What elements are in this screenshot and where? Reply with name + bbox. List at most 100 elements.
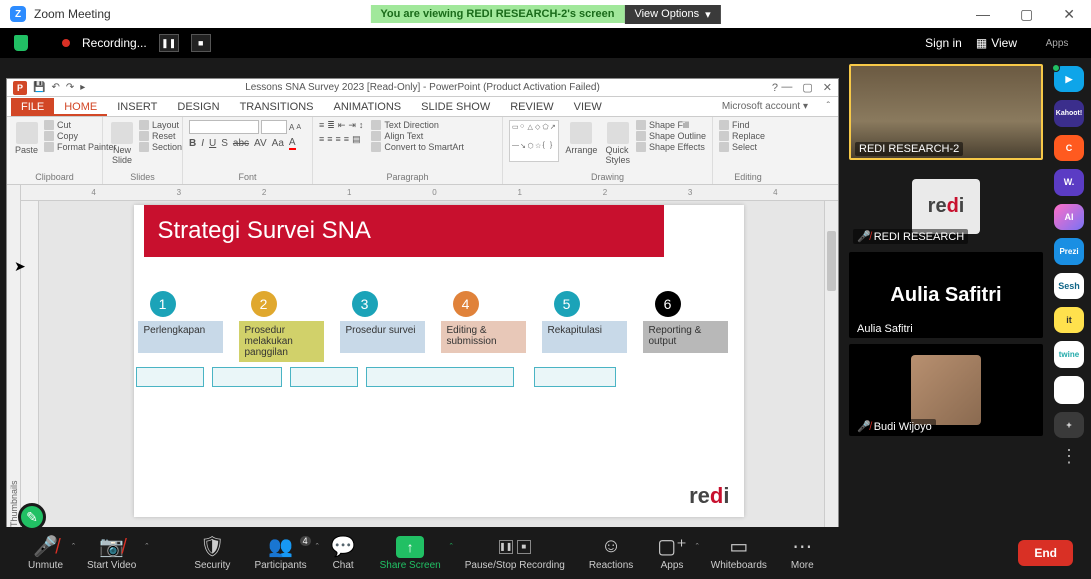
underline-button[interactable]: U [209, 138, 216, 149]
reset-button[interactable]: Reset [139, 131, 182, 141]
rail-app-4[interactable]: W. [1054, 169, 1084, 195]
share-screen-button[interactable]: ↑ Share Screen ˆ [370, 536, 451, 571]
align-text-button[interactable]: Align Text [371, 131, 464, 141]
font-size-select[interactable] [261, 120, 287, 134]
grow-font-icon[interactable]: A [289, 123, 294, 132]
new-slide-button[interactable]: New Slide [109, 120, 135, 167]
thumbnails-pane[interactable]: Thumbnails [7, 185, 21, 527]
spacing-button[interactable]: AV [254, 138, 267, 149]
shapes-gallery[interactable]: ▭○△◇⬠↗ —↘⬡☆{} [509, 120, 559, 162]
shape-outline-button[interactable]: Shape Outline [636, 131, 706, 141]
inc-indent-button[interactable]: ⇥ [348, 120, 356, 131]
security-button[interactable]: 🛡 Security [184, 536, 240, 571]
end-meeting-button[interactable]: End [1018, 540, 1073, 566]
tab-slideshow[interactable]: SLIDE SHOW [411, 98, 500, 116]
participant-tile[interactable]: Aulia Safitri Aulia Safitri [849, 252, 1043, 338]
chat-button[interactable]: 💬 Chat [321, 536, 366, 571]
more-button[interactable]: ⋯ More [781, 536, 824, 571]
text-direction-button[interactable]: Text Direction [371, 120, 464, 130]
quick-styles-button[interactable]: Quick Styles [603, 120, 632, 167]
signin-link[interactable]: Sign in [925, 36, 962, 50]
minimize-button[interactable]: — [970, 4, 996, 25]
recording-pause-button[interactable]: ❚❚ [159, 34, 179, 52]
shape-fill-button[interactable]: Shape Fill [636, 120, 706, 130]
rail-app-prezi[interactable]: Prezi [1054, 238, 1084, 264]
dec-indent-button[interactable]: ⇤ [338, 120, 346, 131]
view-layout-button[interactable]: ▦ View [976, 36, 1017, 50]
slide-viewport[interactable]: Strategi Survei SNA 1Perlengkapan 2Prose… [39, 201, 838, 527]
ppt-help-icon[interactable]: ? [772, 82, 778, 94]
rail-app-8[interactable]: it [1054, 307, 1084, 333]
strike-button[interactable]: abc [233, 138, 249, 149]
whiteboards-button[interactable]: ▭ Whiteboards [701, 536, 777, 571]
rail-app-twine[interactable]: twine [1054, 341, 1084, 367]
smartart-button[interactable]: Convert to SmartArt [371, 142, 464, 152]
replace-button[interactable]: Replace [719, 131, 765, 141]
select-button[interactable]: Select [719, 142, 765, 152]
tab-home[interactable]: HOME [54, 98, 107, 116]
unmute-button[interactable]: 🎤̸ Unmute ˆ [18, 536, 73, 571]
paste-button[interactable]: Paste [13, 120, 40, 157]
tab-transitions[interactable]: TRANSITIONS [230, 98, 324, 116]
view-options-button[interactable]: View Options ▾ [624, 5, 720, 24]
chevron-up-icon[interactable]: ˆ [696, 542, 699, 552]
annotate-fab[interactable]: ✎ [18, 503, 46, 531]
rail-add-app[interactable]: + [1054, 412, 1084, 438]
shrink-font-icon[interactable]: A [296, 124, 301, 131]
participant-tile[interactable]: redi 🎤̸REDI RESEARCH [849, 166, 1043, 246]
line-spacing-button[interactable]: ↕ [359, 120, 364, 131]
columns-button[interactable]: ▤ [352, 134, 361, 145]
align-center-button[interactable]: ≡ [327, 134, 332, 145]
font-color-button[interactable]: A [289, 137, 296, 150]
section-button[interactable]: Section [139, 142, 182, 152]
vertical-scrollbar[interactable] [824, 201, 838, 527]
tab-file[interactable]: FILE [11, 98, 54, 116]
rail-app-5[interactable]: AI [1054, 204, 1084, 230]
close-button[interactable]: ✕ [1057, 4, 1081, 25]
qat-redo-icon[interactable]: ↷ [66, 82, 74, 93]
ppt-restore-button[interactable]: ▢ [802, 81, 812, 94]
bold-button[interactable]: B [189, 138, 196, 149]
ppt-close-button[interactable]: ✕ [823, 81, 832, 94]
align-left-button[interactable]: ≡ [319, 134, 324, 145]
numbering-button[interactable]: ≣ [327, 120, 335, 131]
rail-app-10[interactable] [1054, 376, 1084, 404]
ppt-account[interactable]: Microsoft account ▾ [722, 101, 808, 112]
align-right-button[interactable]: ≡ [336, 134, 341, 145]
tab-design[interactable]: DESIGN [167, 98, 229, 116]
rail-app-1[interactable]: ▶ [1054, 66, 1084, 92]
rail-app-sesh[interactable]: Sesh [1054, 273, 1084, 299]
recording-stop-button[interactable]: ■ [191, 34, 211, 52]
ppt-minimize-button[interactable]: — [781, 81, 792, 94]
encryption-shield-icon[interactable] [14, 35, 28, 51]
rail-app-kahoot[interactable]: Kahoot! [1054, 100, 1084, 126]
apps-button[interactable]: ▢⁺ Apps ˆ [647, 536, 696, 571]
layout-button[interactable]: Layout [139, 120, 182, 130]
tab-view[interactable]: VIEW [564, 98, 612, 116]
qat-undo-icon[interactable]: ↶ [51, 82, 59, 93]
tab-animations[interactable]: ANIMATIONS [324, 98, 412, 116]
pause-stop-recording-button[interactable]: ❚❚■ Pause/Stop Recording [455, 536, 575, 571]
participant-tile[interactable]: 🎤̸Budi Wijoyo [849, 344, 1043, 436]
bullets-button[interactable]: ≡ [319, 120, 324, 131]
maximize-button[interactable]: ▢ [1014, 4, 1039, 25]
chevron-up-icon[interactable]: ˆ [316, 542, 319, 552]
chevron-up-icon[interactable]: ˆ [72, 542, 75, 552]
arrange-button[interactable]: Arrange [563, 120, 599, 157]
justify-button[interactable]: ≡ [344, 134, 349, 145]
shape-effects-button[interactable]: Shape Effects [636, 142, 706, 152]
font-family-select[interactable] [189, 120, 259, 134]
italic-button[interactable]: I [201, 138, 204, 149]
rail-app-3[interactable]: C [1054, 135, 1084, 161]
qat-start-icon[interactable]: ▸ [80, 82, 85, 93]
tab-review[interactable]: REVIEW [500, 98, 563, 116]
chevron-up-icon[interactable]: ˆ [450, 542, 453, 552]
participant-tile[interactable]: REDI RESEARCH-2 [849, 64, 1043, 160]
qat-save-icon[interactable]: 💾 [33, 82, 45, 93]
ribbon-collapse-button[interactable]: ˆ [827, 101, 830, 112]
reactions-button[interactable]: ☺ Reactions [579, 536, 643, 571]
chevron-up-icon[interactable]: ˆ [145, 542, 148, 552]
case-button[interactable]: Aa [272, 138, 284, 149]
tab-insert[interactable]: INSERT [107, 98, 167, 116]
rail-more-icon[interactable]: ⋮ [1060, 446, 1078, 467]
